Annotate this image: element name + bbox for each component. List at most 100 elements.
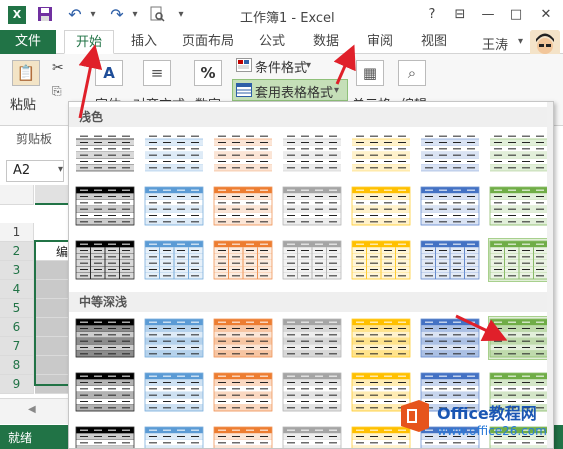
tab-data[interactable]: 数据 [304,30,348,54]
table-style-2-6[interactable] [419,184,481,228]
minimize-button[interactable]: — [478,5,498,25]
tab-home[interactable]: 开始 [64,30,114,54]
name-box[interactable]: A2 [6,160,64,182]
table-style-1-1[interactable] [74,130,136,174]
save-icon[interactable] [36,6,54,24]
table-style-1-3[interactable] [212,130,274,174]
table-style-2-7[interactable] [488,184,550,228]
conditional-format-icon [236,58,252,72]
table-style-6-3[interactable] [212,424,274,448]
watermark-title: Office教程网 [437,404,537,423]
cut-icon[interactable]: ✂ [52,60,64,76]
help-button[interactable]: ? [422,5,442,25]
row-header-4[interactable]: 4 [0,280,34,299]
cells-icon[interactable]: ▦ [356,60,384,86]
undo-dropdown-icon[interactable]: ▾ [84,6,102,24]
row-header-2[interactable]: 2 [0,242,34,261]
table-style-6-2[interactable] [143,424,205,448]
table-style-2-3[interactable] [212,184,274,228]
table-style-3-4[interactable] [281,238,343,282]
user-dropdown-icon[interactable]: ▾ [518,36,523,47]
row-header-5[interactable]: 5 [0,299,34,318]
row-header-9[interactable]: 9 [0,375,34,394]
office-logo-icon [397,398,433,434]
name-box-dropdown-icon[interactable]: ▾ [58,164,63,175]
number-format-icon[interactable]: % [194,60,222,86]
cell-a7[interactable] [35,337,70,356]
redo-dropdown-icon[interactable]: ▾ [126,6,144,24]
table-style-4-5[interactable] [350,316,412,360]
cell-a3[interactable] [35,261,70,280]
table-style-2-4[interactable] [281,184,343,228]
undo-icon[interactable]: ↶ [66,6,84,24]
table-style-5-3[interactable] [212,370,274,414]
customize-toolbar-icon[interactable]: ▾ [172,6,190,24]
table-style-3-6[interactable] [419,238,481,282]
table-style-5-1[interactable] [74,370,136,414]
table-style-2-1[interactable] [74,184,136,228]
row-header-3[interactable]: 3 [0,261,34,280]
tab-view[interactable]: 视图 [412,30,456,54]
cell-a4[interactable] [35,280,70,299]
table-style-3-2[interactable] [143,238,205,282]
format-as-table-dropdown-icon[interactable]: ▾ [334,85,339,96]
print-preview-icon[interactable] [148,6,166,24]
row-header-6[interactable]: 6 [0,318,34,337]
conditional-format-dropdown-icon[interactable]: ▾ [306,60,311,71]
table-style-6-4[interactable] [281,424,343,448]
copy-icon[interactable]: ⎘ [52,84,62,99]
tab-insert[interactable]: 插入 [122,30,166,54]
binoculars-icon[interactable]: ⌕ [398,60,426,86]
title-bar: X ↶ ▾ ↷ ▾ ▾ 工作簿1 - Excel ? ⊟ — □ ✕ [0,0,563,30]
cell-a6[interactable] [35,318,70,337]
tab-formulas[interactable]: 公式 [250,30,294,54]
table-style-1-6[interactable] [419,130,481,174]
table-style-1-5[interactable] [350,130,412,174]
tab-review[interactable]: 审阅 [358,30,402,54]
table-style-4-6[interactable] [419,316,481,360]
cell-a8[interactable] [35,356,70,375]
cell-a5[interactable] [35,299,70,318]
table-style-4-1[interactable] [74,316,136,360]
table-style-1-4[interactable] [281,130,343,174]
table-style-4-2[interactable] [143,316,205,360]
table-style-1-7[interactable] [488,130,550,174]
table-style-3-5[interactable] [350,238,412,282]
status-ready: 就绪 [8,431,33,445]
table-style-3-7[interactable] [488,238,550,282]
row-header-1[interactable]: 1 [0,223,34,242]
close-button[interactable]: ✕ [536,5,556,25]
table-style-5-4[interactable] [281,370,343,414]
user-name[interactable]: 王涛 [482,34,508,53]
table-style-2-5[interactable] [350,184,412,228]
row-header-8[interactable]: 8 [0,356,34,375]
format-as-table-button[interactable]: 套用表格格式 [255,82,333,101]
table-format-icon [236,83,252,97]
cell-a1[interactable] [35,223,70,242]
paste-icon[interactable]: 📋 [12,60,40,86]
table-style-4-4[interactable] [281,316,343,360]
table-style-1-2[interactable] [143,130,205,174]
table-style-3-1[interactable] [74,238,136,282]
table-style-4-3[interactable] [212,316,274,360]
ribbon-display-button[interactable]: ⊟ [450,5,470,25]
font-icon[interactable]: A [95,60,123,86]
table-style-2-2[interactable] [143,184,205,228]
tab-page-layout[interactable]: 页面布局 [176,30,240,54]
restore-button[interactable]: □ [506,5,526,25]
conditional-format-button[interactable]: 条件格式 [255,57,307,76]
table-style-3-3[interactable] [212,238,274,282]
cell-a9[interactable] [35,375,70,394]
paste-button[interactable]: 粘贴 [10,94,36,113]
tab-file[interactable]: 文件 [0,30,56,54]
row-header-7[interactable]: 7 [0,337,34,356]
sheet-scroll-left-icon[interactable]: ◀ [28,404,36,415]
align-icon[interactable]: ≡ [143,60,171,86]
cell-a2[interactable]: 编 [56,243,68,260]
column-header-a[interactable] [35,185,70,205]
table-style-5-2[interactable] [143,370,205,414]
redo-icon[interactable]: ↷ [108,6,126,24]
select-all-corner[interactable] [0,185,34,205]
table-style-6-1[interactable] [74,424,136,448]
table-style-4-7[interactable] [488,316,550,360]
